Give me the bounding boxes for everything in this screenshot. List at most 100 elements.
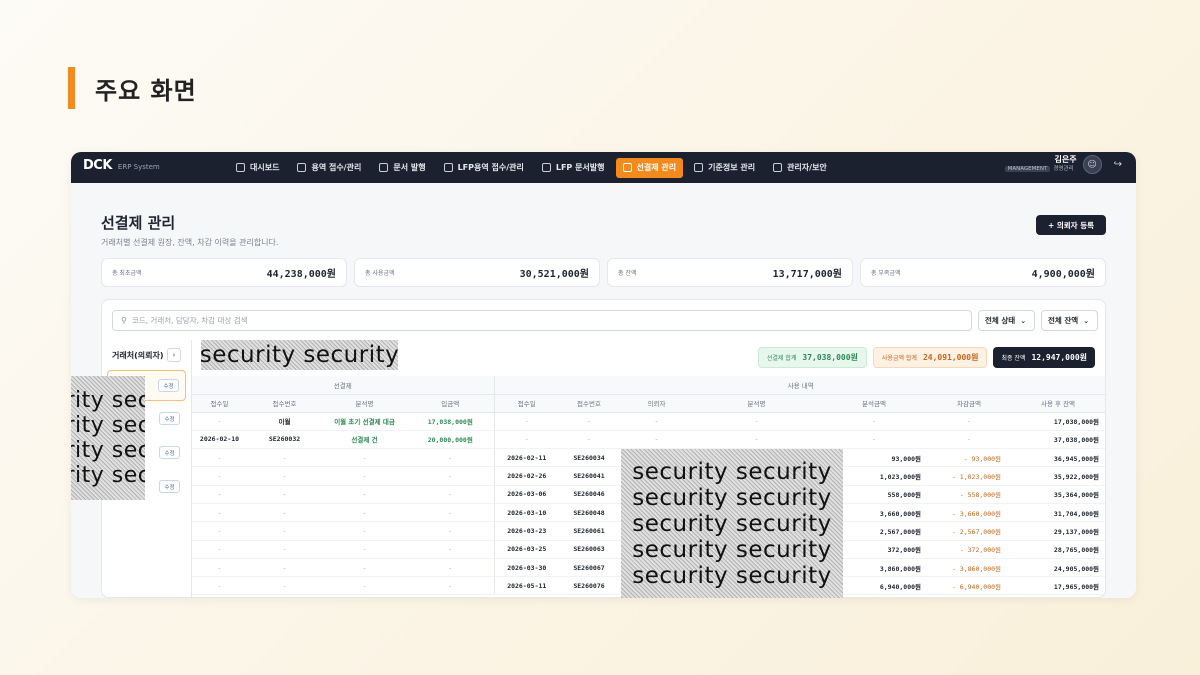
nav-item-label: 선결제 관리 <box>636 163 677 172</box>
table-row[interactable]: - 이월 이월 초기 선결제 대금 17,038,000원 - - - - - -17,038,0… <box>192 412 1105 431</box>
logo-subtitle: ERP System <box>117 163 160 171</box>
table-cell: 2026-03-06 <box>493 485 560 504</box>
table-cell: - <box>929 430 1010 450</box>
nav-item[interactable]: LFP용역 접수/관리 <box>437 158 531 178</box>
nav-item[interactable]: LFP 문서발행 <box>535 158 612 178</box>
card-value: 44,238,000원 <box>266 269 336 280</box>
logo[interactable]: DCK ERP System <box>83 158 160 173</box>
card-value: 30,521,000원 <box>519 269 589 280</box>
summary-card: 총 사용금액 30,521,000원 <box>354 258 600 287</box>
menu-icon <box>443 163 453 172</box>
column-header[interactable]: 분석금액 <box>819 394 930 413</box>
edit-button[interactable]: 수정 <box>159 412 180 425</box>
table-cell: - <box>322 448 407 468</box>
table-cell: - <box>619 412 695 431</box>
sum-value: 12,947,000원 <box>1031 353 1087 362</box>
table-cell: SE260063 <box>559 540 620 559</box>
table-cell: - <box>694 412 820 431</box>
table-cell: SE260046 <box>559 485 620 504</box>
column-header[interactable]: 접수일 <box>192 394 247 413</box>
column-header[interactable]: 입금액 <box>407 394 495 413</box>
card-label: 총 최초금액 <box>112 270 142 277</box>
nav-item[interactable]: 선결제 관리 <box>615 157 684 178</box>
nav-item-label: 용역 접수/관리 <box>311 163 362 172</box>
avatar-icon[interactable]: ☺ <box>1082 155 1102 174</box>
table-cell: - <box>322 540 407 559</box>
table-cell: - <box>694 430 820 450</box>
table-cell: 31,704,000원 <box>1009 503 1105 523</box>
sum-value: 24,091,000원 <box>922 353 979 362</box>
search-box[interactable]: ⚲ <box>112 310 972 331</box>
table-cell: - 3,660,000원 <box>929 503 1010 523</box>
redaction-watermark: security security security security secu… <box>621 449 843 598</box>
menu-icon <box>379 163 389 172</box>
table-cell: - <box>247 485 322 504</box>
column-header[interactable]: 차감금액 <box>929 394 1010 413</box>
prepay-panel: ⚲ 전체 상태⌄ 전체 잔액⌄ 거래처(의뢰자) › 수정수정수정수정 secu… <box>101 299 1106 598</box>
table-cell: - <box>247 466 322 486</box>
table-cell: - <box>322 503 407 523</box>
register-client-button[interactable]: + 의뢰자 등록 <box>1036 215 1106 235</box>
column-header[interactable]: 사용 후 잔액 <box>1009 394 1105 413</box>
status-select-value: 전체 상태 <box>985 316 1016 325</box>
detail-sum: 사용금액 합계 24,091,000원 <box>872 347 988 368</box>
menu-icon <box>694 163 704 172</box>
nav-item-label: 기준정보 관리 <box>708 163 756 172</box>
menu-icon <box>541 163 551 172</box>
edit-button[interactable]: 수정 <box>159 480 180 493</box>
logout-icon[interactable]: ↪ <box>1114 159 1122 170</box>
column-header[interactable]: 접수번호 <box>247 394 322 413</box>
page-title: 선결제 관리 <box>101 214 176 232</box>
summary-card: 총 부족금액 4,900,000원 <box>860 258 1106 287</box>
chevron-right-icon[interactable]: › <box>167 348 181 362</box>
table-cell: - <box>929 412 1010 431</box>
edit-button[interactable]: 수정 <box>158 379 179 392</box>
table-cell: SE260032 <box>247 430 322 450</box>
table-cell: 17,038,000원 <box>407 412 495 431</box>
table-cell: - <box>247 558 322 578</box>
table-cell: - <box>192 485 247 504</box>
table-cell: 17,965,000원 <box>1009 576 1105 596</box>
search-icon: ⚲ <box>121 316 127 325</box>
table-cell: 2026-05-11 <box>493 576 560 596</box>
balance-select[interactable]: 전체 잔액 ⌄ <box>1041 310 1098 331</box>
detail-sum: 선결제 합계 37,038,000원 <box>757 347 867 368</box>
table-cell: - <box>322 466 407 486</box>
table-cell: - <box>493 412 560 431</box>
client-list-title: 거래처(의뢰자) <box>112 350 164 360</box>
nav-menu: 대시보드 용역 접수/관리 문서 발행 LFP용역 접수/관리 LFP 문서발행 선결제 … <box>229 152 838 183</box>
nav-item[interactable]: 문서 발행 <box>372 158 432 178</box>
column-header[interactable]: 접수일 <box>493 394 560 413</box>
table-cell: 2026-02-10 <box>192 430 247 450</box>
column-header[interactable]: 의뢰자 <box>619 394 695 413</box>
nav-item[interactable]: 대시보드 <box>229 158 286 178</box>
table-cell: 이월 초기 선결제 대금 <box>322 412 407 431</box>
table-cell: - 93,000원 <box>929 448 1010 468</box>
nav-item[interactable]: 용역 접수/관리 <box>290 158 368 178</box>
table-cell: - <box>192 558 247 578</box>
detail-sum: 최종 잔액 12,947,000원 <box>993 347 1095 368</box>
table-cell: - <box>559 412 620 431</box>
app-screenshot: DCK ERP System 대시보드 용역 접수/관리 문서 발행 LFP용역 접수… <box>71 152 1136 598</box>
table-row[interactable]: 2026-02-10 SE260032 선결제 건 20,000,000원 - - - - - -… <box>192 430 1105 450</box>
table-cell: - <box>247 503 322 523</box>
column-header[interactable]: 분석명 <box>322 394 407 413</box>
table-cell: - <box>493 430 560 450</box>
balance-select-value: 전체 잔액 <box>1048 316 1079 325</box>
table-cell: - <box>407 558 495 578</box>
user-role: MANAGEMENT 경영관리 <box>1004 165 1077 174</box>
edit-button[interactable]: 수정 <box>159 446 180 459</box>
status-select[interactable]: 전체 상태 ⌄ <box>978 310 1035 331</box>
table-cell: 35,922,000원 <box>1009 466 1105 486</box>
column-header[interactable]: 분석명 <box>694 394 820 413</box>
nav-item[interactable]: 기준정보 관리 <box>687 158 762 178</box>
detail-summary: 선결제 합계 37,038,000원 사용금액 합계 24,091,000원 최종 잔액… <box>752 347 1095 368</box>
nav-item[interactable]: 관리자/보안 <box>766 158 834 178</box>
table-cell: - <box>322 558 407 578</box>
table-cell: 2026-02-26 <box>493 466 560 486</box>
search-input[interactable] <box>131 316 932 325</box>
table-cell: 29,137,000원 <box>1009 521 1105 541</box>
table-cell: - <box>407 448 495 468</box>
column-header[interactable]: 접수번호 <box>559 394 620 413</box>
nav-item-label: 관리자/보안 <box>787 163 827 172</box>
